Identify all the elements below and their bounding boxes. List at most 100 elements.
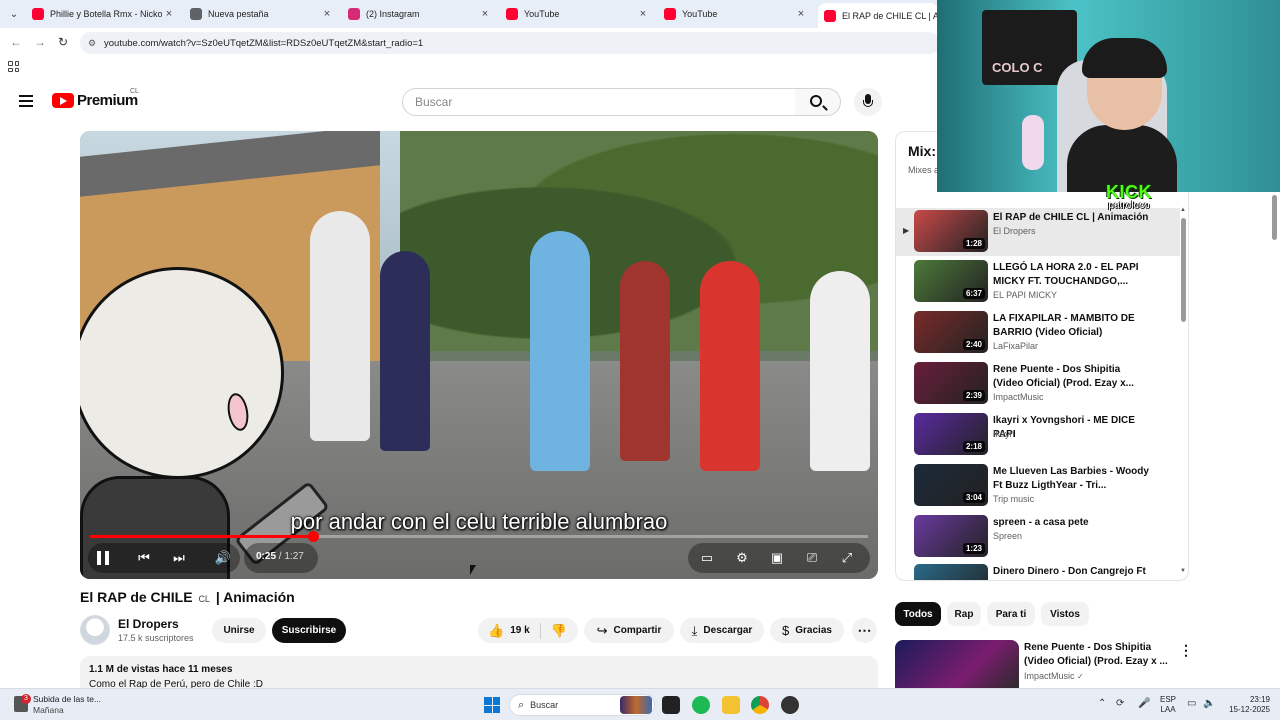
next-icon[interactable]: ⏭	[170, 549, 188, 567]
settings-hd-icon[interactable]: ⚙	[733, 549, 751, 567]
chip-todos[interactable]: Todos	[895, 602, 941, 626]
scroll-down-icon[interactable]: ▼	[1180, 568, 1186, 574]
playlist-item-title[interactable]: spreen - a casa pete	[993, 516, 1153, 530]
join-button[interactable]: Unirse	[212, 618, 266, 643]
recommendation-title[interactable]: Rene Puente - Dos Shipitia (Video Oficia…	[1024, 641, 1169, 669]
playlist-item-title[interactable]: LLEGÓ LA HORA 2.0 - EL PAPI MICKY FT. TO…	[993, 261, 1153, 289]
chip-vistos[interactable]: Vistos	[1041, 602, 1089, 626]
progress-bar[interactable]	[90, 531, 868, 542]
tab-list-dropdown-icon[interactable]: ⌄	[4, 4, 24, 24]
browser-tab[interactable]: Phillie y Botella Rmx - Nickoog ×	[26, 3, 176, 25]
playlist-item[interactable]: 6:37 LLEGÓ LA HORA 2.0 - EL PAPI MICKY FT…	[896, 258, 1180, 306]
chip-para-ti[interactable]: Para ti	[987, 602, 1035, 626]
browser-tab[interactable]: YouTube ×	[500, 3, 650, 25]
cast-icon[interactable]: ⎚	[803, 549, 821, 567]
channel-avatar[interactable]	[80, 615, 110, 645]
playlist-item[interactable]: 2:18 Ikayri x Yovngshori - ME DICE PAPI Ik…	[896, 411, 1180, 459]
tray-expand-icon[interactable]: ⌃	[1098, 698, 1106, 709]
address-bar[interactable]: ⚙ youtube.com/watch?v=Sz0eUTqetZM&list=R…	[80, 32, 940, 54]
playlist-item[interactable]: 1:23 spreen - a casa pete Spreen	[896, 513, 1180, 561]
playlist-item[interactable]: 2:39 Rene Puente - Dos Shipitia (Video Of…	[896, 360, 1180, 408]
tab-close-icon[interactable]: ×	[478, 8, 492, 20]
playlist-thumbnail[interactable]: 3:04	[914, 464, 988, 506]
like-count[interactable]: 19 k	[510, 625, 529, 636]
search-button[interactable]	[795, 88, 841, 116]
playlist-thumbnail[interactable]	[914, 564, 988, 580]
apps-grid-icon[interactable]	[8, 61, 19, 72]
playlist-item[interactable]: ▶ 1:28 El RAP de CHILE CL | Animación El Dr…	[896, 208, 1180, 256]
page-scrollbar[interactable]	[1272, 195, 1277, 240]
clock[interactable]: 23:19 15-12-2025	[1222, 695, 1270, 715]
like-icon[interactable]: 👍	[488, 623, 504, 639]
playlist-item-channel[interactable]: Spreen	[993, 531, 1022, 541]
voice-search-button[interactable]	[854, 88, 882, 116]
more-options-icon[interactable]: ⋮	[1179, 642, 1193, 659]
miniplayer-icon[interactable]: ▣	[768, 549, 786, 567]
playlist-item-title[interactable]: Me Llueven Las Barbies - Woody Ft Buzz L…	[993, 465, 1153, 493]
playlist-item-title[interactable]: El RAP de CHILE CL | Animación	[993, 211, 1153, 225]
browser-tab[interactable]: (2) Instagram ×	[342, 3, 492, 25]
search-input[interactable]: Buscar	[402, 88, 796, 116]
playlist-item-title[interactable]: Ikayri x Yovngshori - ME DICE PAPI	[993, 414, 1153, 442]
youtube-premium-logo[interactable]: Premium	[52, 92, 138, 109]
tab-close-icon[interactable]: ×	[162, 8, 176, 20]
browser-tab[interactable]: Nueva pestaña ×	[184, 3, 334, 25]
pause-icon[interactable]	[97, 551, 109, 565]
playlist-item-title[interactable]: LA FIXAPILAR - MAMBITO DE BARRIO (Video …	[993, 312, 1153, 340]
more-actions-icon[interactable]: ⋯	[852, 618, 877, 643]
download-button[interactable]: ⤓ Descargar	[680, 618, 764, 643]
tab-close-icon[interactable]: ×	[794, 8, 808, 20]
back-icon[interactable]: ←	[8, 34, 24, 50]
recommendation-channel[interactable]: ImpactMusic ✓	[1024, 671, 1084, 681]
site-info-icon[interactable]: ⚙	[88, 38, 98, 48]
channel-name[interactable]: El Dropers	[118, 617, 179, 631]
app-icon[interactable]	[781, 696, 799, 714]
file-explorer-icon[interactable]	[722, 696, 740, 714]
network-icon[interactable]: ▭	[1187, 698, 1196, 709]
windows-start-icon[interactable]	[484, 697, 500, 713]
menu-icon[interactable]	[19, 95, 33, 107]
playlist-thumbnail[interactable]: 2:40	[914, 311, 988, 353]
chip-rap[interactable]: Rap	[947, 602, 981, 626]
share-button[interactable]: ↪ Compartir	[584, 618, 674, 643]
chrome-icon[interactable]	[751, 696, 769, 714]
playlist-thumbnail[interactable]: 6:37	[914, 260, 988, 302]
speaker-icon[interactable]: 🔈	[1203, 698, 1215, 709]
playlist-item-channel[interactable]: LaFixaPilar	[993, 341, 1038, 351]
fullscreen-icon[interactable]: ⤢	[838, 549, 856, 567]
tab-close-icon[interactable]: ×	[636, 8, 650, 20]
tab-close-icon[interactable]: ×	[320, 8, 334, 20]
playlist-item-channel[interactable]: Trip music	[993, 494, 1034, 504]
playlist-item-channel[interactable]: El Dropers	[993, 226, 1036, 236]
playlist-thumbnail[interactable]: 2:39	[914, 362, 988, 404]
browser-tab[interactable]: El RAP de CHILE CL | Animación	[818, 3, 938, 28]
reload-icon[interactable]: ↻	[55, 34, 71, 50]
playlist-item[interactable]: Dinero Dinero - Don Cangrejo Ft	[896, 562, 1180, 580]
playlist-item-channel[interactable]: ImpactMusic	[993, 392, 1044, 402]
dislike-icon[interactable]: 👎	[551, 623, 567, 639]
video-player[interactable]: por andar con el celu terrible alumbrao …	[80, 131, 878, 579]
subtitles-icon[interactable]: ▭	[698, 549, 716, 567]
playlist-thumbnail[interactable]: 2:18	[914, 413, 988, 455]
playlist-item-title[interactable]: Dinero Dinero - Don Cangrejo Ft	[993, 565, 1153, 579]
taskbar-notification-app[interactable]: 3	[14, 694, 34, 714]
microphone-tray-icon[interactable]: 🎤	[1138, 698, 1150, 709]
playlist-item-channel[interactable]: Ikayri	[993, 429, 1015, 439]
playlist-item-title[interactable]: Rene Puente - Dos Shipitia (Video Oficia…	[993, 363, 1153, 391]
playlist-item[interactable]: 3:04 Me Llueven Las Barbies - Woody Ft Bu…	[896, 462, 1180, 510]
playlist-thumbnail[interactable]: 1:23	[914, 515, 988, 557]
previous-icon[interactable]: ⏮	[135, 549, 153, 567]
language-indicator[interactable]: ESP LAA	[1160, 695, 1176, 715]
playlist-item[interactable]: 2:40 LA FIXAPILAR - MAMBITO DE BARRIO (Vi…	[896, 309, 1180, 357]
browser-tab[interactable]: YouTube ×	[658, 3, 808, 25]
wifi-sync-icon[interactable]: ⟳	[1116, 698, 1124, 709]
widget-game-icon[interactable]	[620, 696, 652, 714]
notification-title[interactable]: Subida de las te...	[33, 694, 101, 704]
volume-icon[interactable]: 🔊	[214, 549, 232, 567]
recommendation-thumbnail[interactable]	[895, 640, 1019, 690]
forward-icon[interactable]: →	[32, 34, 48, 50]
playlist-scrollbar[interactable]	[1181, 208, 1186, 578]
spotify-icon[interactable]	[692, 696, 710, 714]
subscribe-button[interactable]: Suscribirse	[272, 618, 346, 643]
terminal-icon[interactable]	[662, 696, 680, 714]
